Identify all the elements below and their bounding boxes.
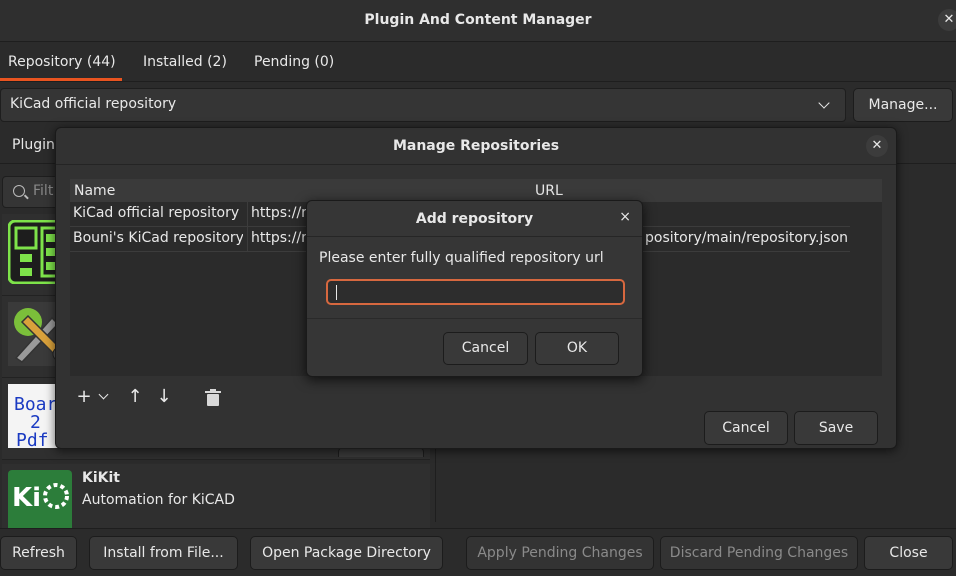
cancel-button[interactable]: Cancel [443,332,528,365]
tab-repository[interactable]: Repository (44) [8,54,116,70]
refresh-button[interactable]: Refresh [0,536,77,570]
table-header: Name URL [70,179,882,202]
repository-dropdown-value: KiCad official repository [10,96,177,112]
close-icon[interactable]: × [619,209,631,225]
cancel-button[interactable]: Cancel [704,411,788,445]
repository-dropdown[interactable]: KiCad official repository [0,88,846,122]
repo-url-cell-tail[interactable]: pository/main/repository.json [645,230,850,246]
bottom-button-bar: Refresh Install from File... Open Packag… [0,528,956,576]
repo-name-cell[interactable]: Bouni's KiCad repository [73,230,243,246]
search-icon [13,185,25,197]
text-caret [336,285,337,300]
column-header-url: URL [535,183,563,199]
window-titlebar: Plugin And Content Manager ✕ [0,0,956,42]
repo-url-cell[interactable]: https://r [251,205,311,221]
active-tab-indicator [0,78,122,81]
repo-url-cell[interactable]: https://r [251,230,311,246]
save-button[interactable]: Save [794,411,878,445]
dialog-header: Manage Repositories ✕ [56,128,896,165]
add-repository-icon[interactable]: + [72,386,96,410]
main-tabs: Repository (44) Installed (2) Pending (0… [0,42,956,82]
manage-repositories-button[interactable]: Manage... [853,88,953,122]
close-icon[interactable]: ✕ [866,135,888,157]
tab-installed[interactable]: Installed (2) [143,54,227,70]
move-down-icon[interactable]: ↓ [152,386,176,410]
chevron-down-icon [818,97,830,109]
package-description: Automation for KiCAD [82,492,235,508]
open-package-directory-button[interactable]: Open Package Directory [250,536,443,570]
close-button[interactable]: Close [864,536,953,570]
kikit-icon: Ki [8,470,72,534]
window-close-icon[interactable]: ✕ [938,9,956,31]
dialog-title: Add repository [415,211,534,227]
trash-icon[interactable] [201,386,225,410]
chevron-down-icon[interactable] [96,386,112,410]
column-header-name: Name [74,183,116,199]
tab-plugins[interactable]: Plugin [12,137,55,153]
discard-pending-changes-button[interactable]: Discard Pending Changes [660,536,858,570]
ok-button[interactable]: OK [535,332,619,365]
install-from-file-button[interactable]: Install from File... [89,536,238,570]
dialog-header: Add repository × [307,201,642,237]
dialog-title: Manage Repositories [392,138,560,154]
repo-name-cell[interactable]: KiCad official repository [73,205,243,221]
add-repository-dialog: Add repository × Please enter fully qual… [306,200,643,377]
svg-text:Pdf: Pdf [16,430,49,448]
package-name: KiKit [82,470,120,486]
svg-text:Ki: Ki [12,483,41,513]
repository-url-input[interactable] [326,279,625,305]
apply-pending-changes-button[interactable]: Apply Pending Changes [466,536,654,570]
url-prompt-label: Please enter fully qualified repository … [319,250,604,266]
window-title: Plugin And Content Manager [364,12,592,28]
move-up-icon[interactable]: ↑ [123,386,147,410]
tab-pending[interactable]: Pending (0) [254,54,334,70]
filter-placeholder: Filt [33,183,54,199]
